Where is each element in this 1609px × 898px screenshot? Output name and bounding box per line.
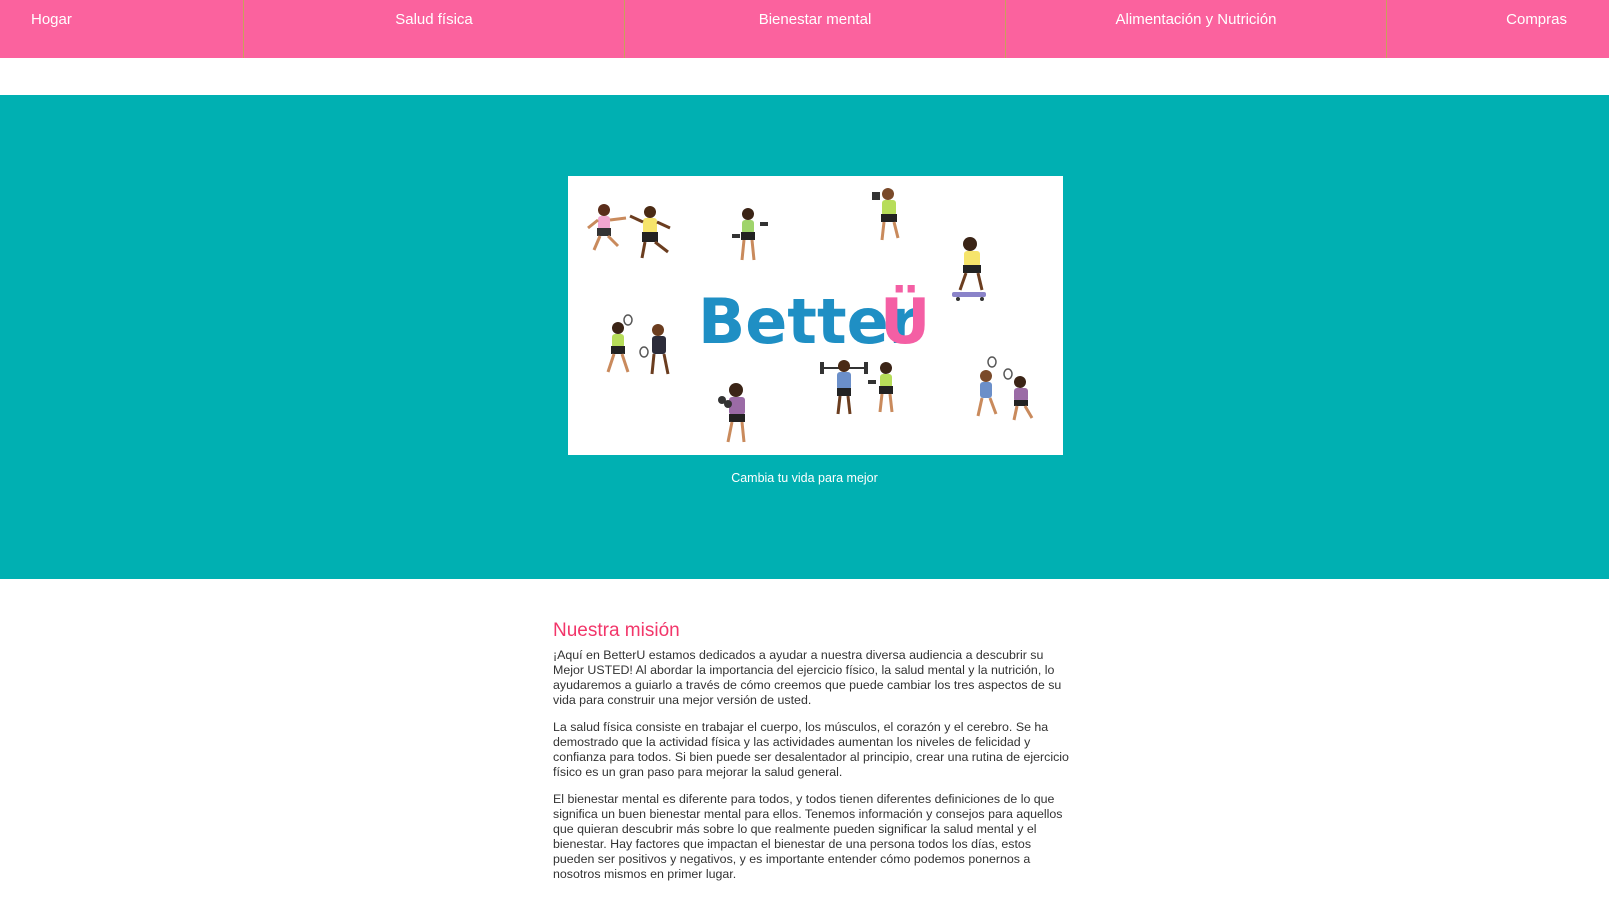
hero-tagline: Cambia tu vida para mejor <box>731 471 878 485</box>
runner-figure <box>587 204 627 251</box>
boxing-figure <box>718 383 746 443</box>
mission-section: Nuestra misión ¡Aquí en BetterU estamos … <box>553 620 1071 894</box>
nav-item-hogar[interactable]: Hogar <box>0 0 243 58</box>
skateboard-figure <box>952 237 986 301</box>
mental-wellbeing-paragraph: El bienestar mental es diferente para to… <box>553 792 1063 881</box>
nav-item-bienestar-mental[interactable]: Bienestar mental <box>624 0 1005 58</box>
dumbbell-figure <box>872 188 900 241</box>
nav-item-alimentacion-nutricion[interactable]: Alimentación y Nutrición <box>1005 0 1386 58</box>
tennis-figure <box>976 356 998 417</box>
hero-banner-image: Better Ü <box>568 176 1063 455</box>
nav-item-salud-fisica[interactable]: Salud física <box>243 0 624 58</box>
dumbbell-figure <box>868 362 894 413</box>
dumbbell-figure <box>732 208 768 261</box>
top-nav: Hogar Salud física Bienestar mental Alim… <box>0 0 1609 58</box>
mission-paragraph: ¡Aquí en BetterU estamos dedicados a ayu… <box>553 648 1062 707</box>
mission-title: Nuestra misión <box>553 620 680 641</box>
badminton-figure <box>639 324 670 375</box>
badminton-figure <box>606 314 633 373</box>
hero-section: Better Ü Cambia tu vida para mejor <box>0 95 1609 579</box>
logo-u-text: Ü <box>880 285 930 358</box>
runner-figure <box>629 206 671 259</box>
fitness-illustration: Better Ü <box>587 188 1034 443</box>
tennis-figure <box>1003 368 1034 421</box>
barbell-figure <box>820 360 868 415</box>
nav-item-compras[interactable]: Compras <box>1386 0 1609 58</box>
physical-health-paragraph: La salud física consiste en trabajar el … <box>553 720 1069 779</box>
